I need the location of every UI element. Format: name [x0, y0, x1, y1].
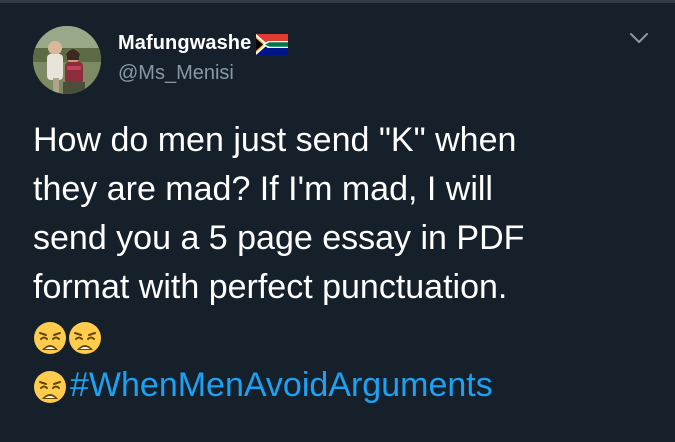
hashtag-link[interactable]: #WhenMenAvoidArguments	[70, 361, 493, 410]
tweet-line: format with perfect punctuation.	[33, 268, 508, 306]
tweet-line: How do men just send "K" when	[33, 121, 517, 159]
avatar[interactable]	[33, 26, 101, 94]
tweet-line: they are mad? If I'm mad, I will	[33, 170, 493, 208]
display-name[interactable]: Mafungwashe	[118, 32, 251, 55]
hashtag-row: #WhenMenAvoidArguments	[33, 361, 653, 410]
weary-face-icon	[33, 369, 67, 403]
handle[interactable]: @Ms_Menisi	[118, 62, 234, 85]
chevron-down-icon	[630, 33, 648, 43]
tweet-line: send you a 5 page essay in PDF	[33, 219, 525, 257]
top-divider	[0, 0, 675, 3]
weary-face-icon	[68, 320, 102, 354]
emoji-row	[33, 312, 653, 361]
tweet-text: How do men just send "K" when they are m…	[33, 116, 653, 410]
weary-face-icon	[33, 320, 67, 354]
south-africa-flag-icon	[256, 33, 289, 55]
display-name-row: Mafungwashe	[118, 29, 289, 57]
tweet-menu-button[interactable]	[627, 28, 651, 48]
